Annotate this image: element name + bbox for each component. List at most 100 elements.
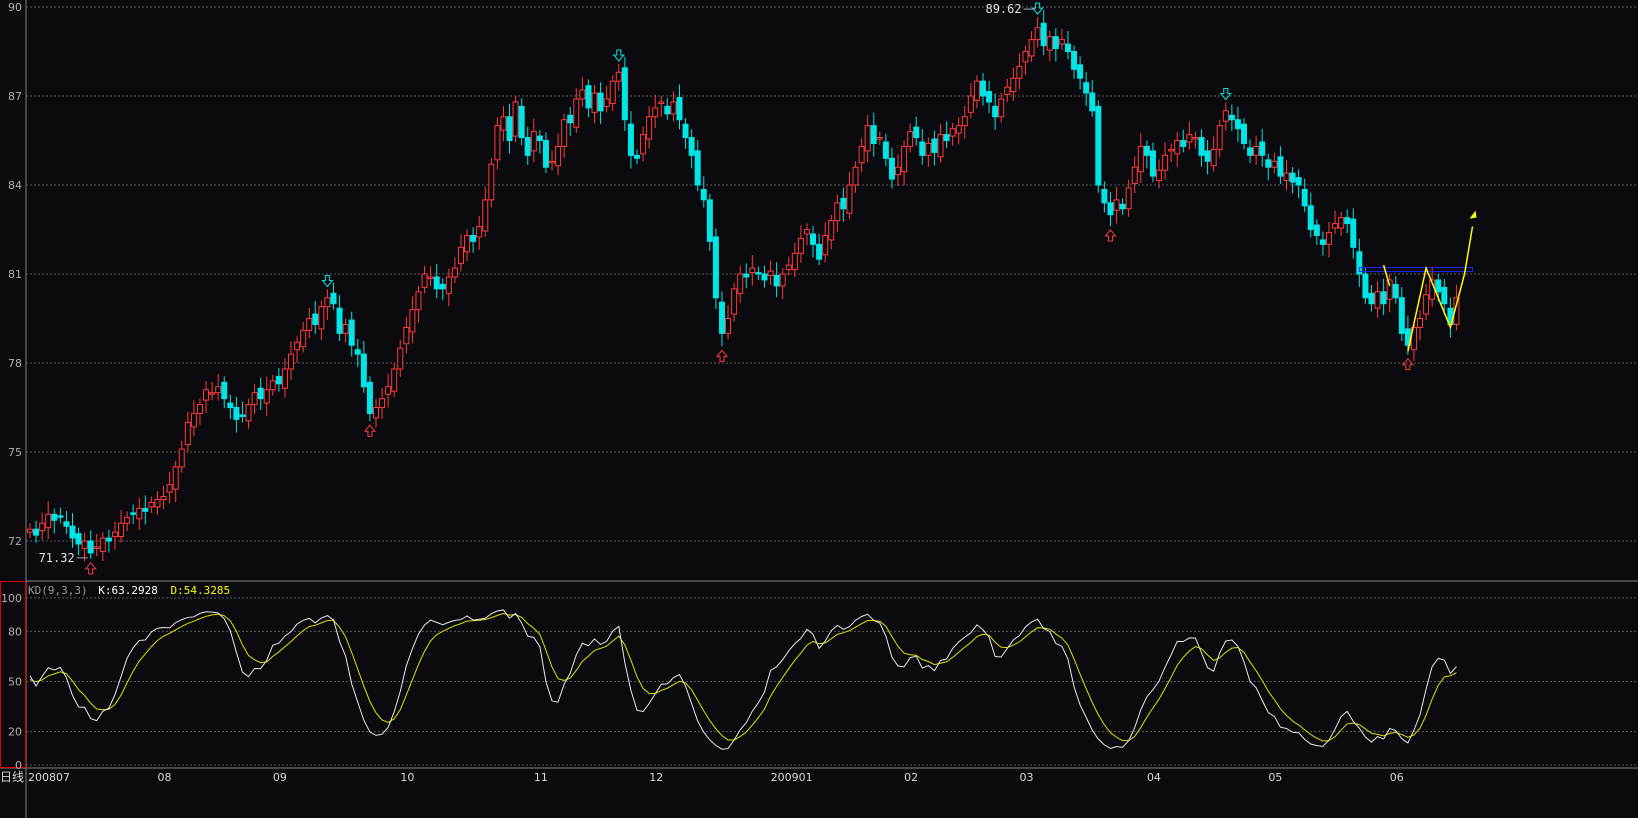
candle-down	[1313, 224, 1320, 236]
candle-down	[312, 313, 319, 325]
candle-down	[542, 140, 549, 168]
candle-up	[646, 116, 653, 140]
candle-up	[937, 134, 944, 158]
candle-up	[81, 540, 88, 549]
kd-d-value: D:54.3285	[170, 584, 231, 597]
candle-up	[907, 131, 914, 147]
date-tick-label: 12	[649, 771, 663, 784]
kd-tick-label: 100	[1, 592, 22, 605]
candle-down	[1368, 292, 1375, 305]
candle-up	[118, 522, 125, 538]
candle-up	[530, 131, 537, 152]
candle-up	[603, 98, 610, 107]
candle-down	[1380, 291, 1387, 305]
stock-chart[interactable]: 908784817875721008050200200807 08 09 10 11 12…	[0, 0, 1638, 818]
candle-up	[342, 323, 349, 334]
candle-down	[69, 525, 76, 539]
candle-down	[979, 80, 986, 97]
candle-up	[494, 125, 501, 161]
candle-down	[743, 273, 750, 278]
candle-up	[385, 386, 392, 395]
candle-up	[876, 137, 883, 140]
candle-down	[1289, 172, 1296, 183]
candle-down	[943, 134, 950, 142]
candle-up	[160, 496, 167, 501]
candle-down	[1441, 286, 1448, 305]
candle-up	[1423, 294, 1430, 315]
candle-up	[324, 297, 331, 308]
candle-up	[779, 273, 786, 287]
trough-arrow-icon	[1104, 229, 1117, 242]
candle-up	[251, 392, 258, 406]
candle-up	[269, 380, 276, 391]
peak-arrow-icon	[612, 49, 625, 62]
candle-up	[1216, 125, 1223, 150]
price-tick-label: 87	[8, 90, 22, 103]
candle-up	[670, 101, 677, 115]
candle-down	[1234, 119, 1241, 130]
kd-indicator-name[interactable]: KD(9,3,3)	[28, 584, 88, 597]
candle-down	[227, 402, 234, 409]
candle-up	[190, 412, 197, 428]
candle-up	[263, 389, 270, 404]
candle-up	[973, 80, 980, 101]
price-tick-label: 90	[8, 1, 22, 14]
candle-up	[482, 199, 489, 232]
candle-up	[178, 448, 185, 468]
candle-down	[567, 114, 574, 124]
candle-up	[1374, 291, 1381, 309]
candle-down	[1149, 150, 1156, 177]
candle-down	[597, 92, 604, 112]
candle-up	[99, 537, 106, 552]
candle-up	[403, 326, 410, 345]
period-label[interactable]: 日线	[0, 768, 24, 785]
candle-up	[148, 501, 155, 508]
price-tick-label: 75	[8, 446, 22, 459]
candle-up	[1174, 140, 1181, 155]
candle-up	[488, 163, 495, 201]
kd-tick-label: 50	[8, 676, 22, 689]
candle-down	[536, 135, 543, 142]
candle-up	[791, 252, 798, 271]
trough-arrow-icon	[1401, 357, 1414, 371]
candle-down	[992, 105, 999, 118]
candle-down	[1204, 150, 1211, 162]
candle-up	[658, 101, 665, 104]
candle-down	[1307, 205, 1314, 231]
candle-up	[391, 368, 398, 392]
candle-down	[75, 533, 82, 545]
candle-up	[1222, 110, 1229, 122]
candle-down	[1435, 279, 1442, 293]
candle-up	[579, 89, 586, 100]
candle-up	[652, 107, 659, 118]
candle-up	[828, 220, 835, 241]
candle-down	[810, 233, 817, 245]
candle-down	[718, 301, 725, 334]
candle-down	[627, 123, 634, 156]
price-tick-label: 84	[8, 179, 22, 192]
candle-down	[706, 199, 713, 242]
candle-up	[822, 234, 829, 256]
candle-up	[1192, 137, 1199, 140]
candle-down	[1143, 145, 1150, 156]
candle-up	[196, 404, 203, 414]
candle-up	[1417, 318, 1424, 328]
candle-down	[913, 126, 920, 139]
candle-down	[1392, 283, 1399, 299]
date-tick-label: 02	[904, 771, 918, 784]
trough-arrow-icon	[715, 349, 729, 362]
date-tick-label: 200901	[771, 771, 813, 784]
candle-down	[761, 273, 768, 281]
candle-down	[816, 243, 823, 260]
kd-k-value: K:63.2928	[98, 584, 158, 597]
candle-down	[1241, 123, 1247, 144]
candle-up	[731, 288, 738, 315]
candle-down	[1344, 217, 1351, 225]
candle-up	[549, 160, 556, 164]
candle-up	[379, 398, 386, 409]
candle-down	[524, 137, 531, 156]
candle-down	[1089, 92, 1096, 112]
price-tick-label: 81	[8, 268, 22, 281]
candle-down	[470, 234, 477, 242]
candle-up	[1034, 27, 1041, 41]
